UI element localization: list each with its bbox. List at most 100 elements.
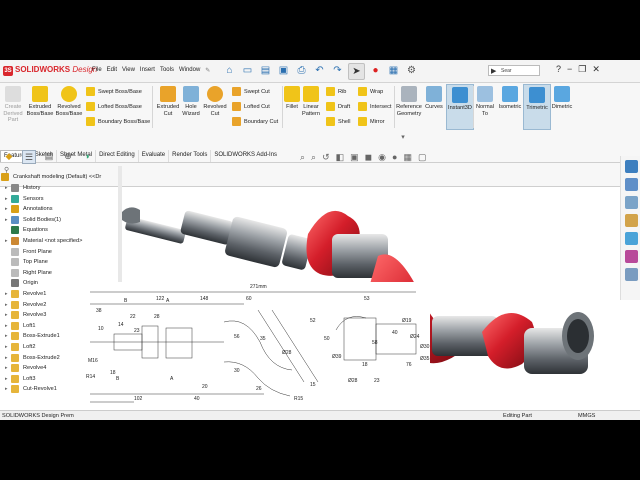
design-library-icon[interactable] [624, 178, 638, 191]
save-icon[interactable]: ▣ [276, 63, 291, 78]
restore-icon[interactable]: ❐ [578, 64, 586, 75]
draft-button[interactable]: Draft [326, 102, 350, 111]
menu-view[interactable]: View [122, 67, 135, 74]
tree-item-front-plane[interactable]: Front Plane [5, 247, 52, 257]
rebuild-traffic-light-icon[interactable]: ● [368, 63, 383, 78]
appearances-icon[interactable] [624, 232, 638, 245]
normal-to-button[interactable]: Normal To [475, 86, 495, 117]
reference-geometry-button[interactable]: Reference Geometry [396, 86, 422, 117]
mirror-button[interactable]: Mirror [358, 117, 385, 126]
tree-item-equations[interactable]: Equations [5, 225, 48, 235]
units-selector[interactable]: MMGS [578, 413, 595, 419]
options-gear-icon[interactable]: ⚙ [404, 63, 419, 78]
tree-item-annotations[interactable]: ▸ Annotations [5, 204, 53, 214]
feature-tree-icon[interactable]: ◆ [3, 150, 15, 162]
menu-tools[interactable]: Tools [160, 67, 174, 74]
curves-button[interactable]: Curves [423, 86, 445, 111]
view-settings-icon[interactable]: ▢ [418, 152, 427, 163]
display-manager-icon[interactable]: ◑ [81, 150, 93, 162]
file-explorer-icon[interactable] [624, 196, 638, 209]
dimetric-button[interactable]: Dimetric [550, 86, 574, 111]
custom-properties-icon[interactable] [624, 250, 638, 263]
lofted-cut-button[interactable]: Lofted Cut [232, 102, 270, 111]
home-icon[interactable]: ⌂ [222, 63, 237, 78]
menu-insert[interactable]: Insert [140, 67, 155, 74]
scene-icon[interactable]: ▦ [403, 152, 412, 163]
minimize-icon[interactable]: − [567, 64, 572, 75]
fillet-button[interactable]: Fillet [284, 86, 300, 111]
redo-icon[interactable]: ↷ [330, 63, 345, 78]
tree-item-history[interactable]: ▸ History [5, 183, 40, 193]
configuration-icon[interactable]: ▤ [43, 150, 55, 162]
open-icon[interactable]: ▤ [258, 63, 273, 78]
tree-item-boss-extrude2[interactable]: ▸ Boss-Extrude2 [5, 353, 60, 363]
view-orientation-icon[interactable]: ▣ [350, 152, 359, 163]
tree-item-top-plane[interactable]: Top Plane [5, 257, 48, 267]
create-derived-part-button[interactable]: Create Derived Part [2, 86, 24, 124]
tree-item-loft3[interactable]: ▸ Loft3 [5, 374, 35, 384]
isometric-button[interactable]: Isometric [496, 86, 524, 111]
hole-wizard-button[interactable]: Hole Wizard [180, 86, 202, 117]
intersect-button[interactable]: Intersect [358, 102, 391, 111]
close-icon[interactable]: ✕ [592, 64, 600, 75]
print-icon[interactable]: ⎙ [294, 63, 309, 78]
menu-file[interactable]: File [92, 67, 102, 74]
tab-evaluate[interactable]: Evaluate [139, 150, 170, 162]
appearance-icon[interactable]: ● [392, 152, 397, 163]
zoom-fit-icon[interactable]: ⌕ [300, 152, 305, 163]
menu-edit[interactable]: Edit [107, 67, 117, 74]
boundary-boss-button[interactable]: Boundary Boss/Base [86, 117, 150, 126]
feature-icon [11, 385, 19, 394]
lofted-boss-button[interactable]: Lofted Boss/Base [86, 102, 142, 111]
tree-item-cut-revolve1[interactable]: ▸ Cut-Revolve1 [5, 384, 57, 394]
tree-root[interactable]: Crankshaft modeling (Default) <<Dr [1, 172, 101, 182]
rib-button[interactable]: Rib [326, 87, 346, 96]
tree-item-origin[interactable]: Origin [5, 278, 38, 288]
tree-item-revolve2[interactable]: ▸ Revolve2 [5, 300, 46, 310]
tree-item-material-not-specified[interactable]: ▸ Material <not specified> [5, 236, 82, 246]
tree-item-revolve3[interactable]: ▸ Revolve3 [5, 310, 46, 320]
solidworks-resources-icon[interactable] [624, 160, 638, 173]
revolved-boss-button[interactable]: Revolved Boss/Base [55, 86, 83, 117]
help-icon[interactable]: ? [556, 64, 561, 75]
display-style-icon[interactable]: ◼ [365, 152, 372, 163]
undo-icon[interactable]: ↶ [312, 63, 327, 78]
tree-item-sensors[interactable]: ▸ Sensors [5, 194, 44, 204]
pin-icon[interactable]: ✎ [205, 67, 210, 74]
select-cursor-icon[interactable]: ➤ [348, 63, 365, 80]
revolved-cut-button[interactable]: Revolved Cut [202, 86, 228, 117]
hide-show-icon[interactable]: ◉ [378, 152, 386, 163]
tab-render-tools[interactable]: Render Tools [169, 150, 212, 162]
tree-item-right-plane[interactable]: Right Plane [5, 268, 52, 278]
dimxpert-icon[interactable]: ⊕ [62, 150, 74, 162]
tree-item-loft1[interactable]: ▸ Loft1 [5, 321, 35, 331]
swept-cut-button[interactable]: Swept Cut [232, 87, 270, 96]
previous-view-icon[interactable]: ↺ [322, 152, 330, 163]
tree-item-revolve4[interactable]: ▸ Revolve4 [5, 363, 46, 373]
property-manager-icon[interactable]: ☰ [22, 150, 36, 164]
app-logo[interactable]: 3S SOLIDWORKS Design [3, 65, 97, 76]
menu-window[interactable]: Window [179, 67, 200, 74]
boundary-cut-button[interactable]: Boundary Cut [232, 117, 278, 126]
new-document-icon[interactable]: ▭ [240, 63, 255, 78]
file-properties-icon[interactable]: ▦ [386, 63, 401, 78]
zoom-area-icon[interactable]: ⌕ [311, 152, 316, 163]
tree-item-solid-bodies-1[interactable]: ▸ Solid Bodies(1) [5, 215, 61, 225]
shell-button[interactable]: Shell [326, 117, 350, 126]
trimetric-button[interactable]: Trimetric [523, 84, 551, 130]
section-view-icon[interactable]: ◧ [336, 152, 345, 163]
dropdown-chevron-icon[interactable]: ▾ [394, 134, 412, 142]
tree-item-revolve1[interactable]: ▸ Revolve1 [5, 289, 46, 299]
extruded-boss-button[interactable]: Extruded Boss/Base [26, 86, 54, 117]
tree-item-boss-extrude1[interactable]: ▸ Boss-Extrude1 [5, 331, 60, 341]
forum-icon[interactable] [624, 268, 638, 281]
extruded-cut-button[interactable]: Extruded Cut [155, 86, 181, 117]
tree-item-loft2[interactable]: ▸ Loft2 [5, 342, 35, 352]
instant3d-button[interactable]: Instant3D [446, 84, 474, 130]
view-palette-icon[interactable] [624, 214, 638, 227]
linear-pattern-button[interactable]: Linear Pattern [300, 86, 322, 117]
wrap-button[interactable]: Wrap [358, 87, 383, 96]
tab-addins[interactable]: SOLIDWORKS Add-Ins [211, 150, 280, 162]
swept-boss-button[interactable]: Swept Boss/Base [86, 87, 142, 96]
search-input[interactable]: ▶ Sear [488, 65, 540, 76]
